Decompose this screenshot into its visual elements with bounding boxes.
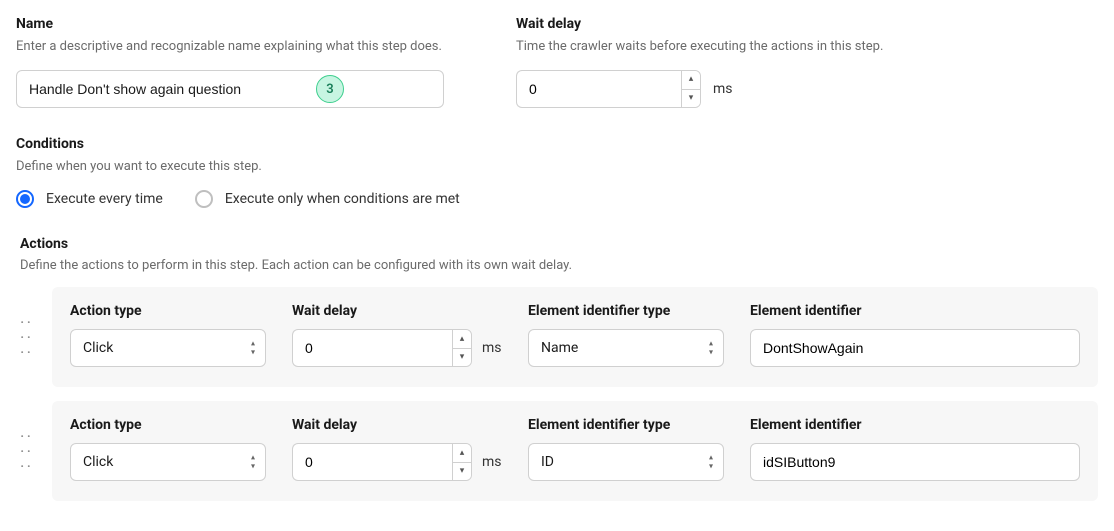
wait-delay-stepper[interactable]: ▴ ▾ — [516, 70, 701, 108]
wait-delay-increment[interactable]: ▴ — [682, 71, 700, 90]
action-wait-stepper[interactable]: ▴ ▾ — [292, 443, 472, 481]
select-chevrons-icon: ▴▾ — [709, 454, 713, 471]
chevron-down-icon: ▾ — [460, 467, 465, 476]
radio-execute-when-conditions-met[interactable]: Execute only when conditions are met — [195, 190, 460, 208]
drag-handle-icon[interactable] — [20, 315, 34, 359]
id-type-select[interactable]: Name ▴▾ — [528, 329, 724, 367]
action-type-select[interactable]: Click ▴▾ — [70, 443, 266, 481]
radio-label: Execute every time — [46, 191, 163, 207]
action-wait-label: Wait delay — [292, 417, 502, 433]
action-type-label: Action type — [70, 417, 266, 433]
select-chevrons-icon: ▴▾ — [251, 340, 255, 357]
wait-delay-decrement[interactable]: ▾ — [682, 90, 700, 108]
drag-handle-icon[interactable] — [20, 429, 34, 473]
conditions-help: Define when you want to execute this ste… — [16, 158, 1098, 176]
element-id-input[interactable] — [750, 443, 1080, 481]
id-type-value: Name — [541, 340, 578, 356]
chevron-up-icon: ▴ — [460, 335, 465, 344]
chevron-up-icon: ▴ — [689, 75, 694, 84]
id-type-label: Element identifier type — [528, 303, 724, 319]
action-type-label: Action type — [70, 303, 266, 319]
action-wait-decrement[interactable]: ▾ — [453, 349, 471, 367]
wait-delay-unit: ms — [713, 81, 733, 97]
radio-unselected-icon — [195, 190, 213, 208]
element-id-label: Element identifier — [750, 417, 1080, 433]
action-wait-label: Wait delay — [292, 303, 502, 319]
element-id-label: Element identifier — [750, 303, 1080, 319]
action-type-select[interactable]: Click ▴▾ — [70, 329, 266, 367]
wait-delay-label: Wait delay — [516, 16, 1016, 32]
select-chevrons-icon: ▴▾ — [709, 340, 713, 357]
radio-selected-icon — [16, 190, 34, 208]
wait-delay-help: Time the crawler waits before executing … — [516, 38, 1016, 56]
select-chevrons-icon: ▴▾ — [251, 454, 255, 471]
actions-label: Actions — [20, 236, 1098, 252]
action-type-value: Click — [83, 340, 113, 356]
element-id-input[interactable] — [750, 329, 1080, 367]
action-wait-stepper[interactable]: ▴ ▾ — [292, 329, 472, 367]
action-row: Action type Click ▴▾ Wait delay ▴ ▾ — [52, 401, 1098, 501]
id-type-value: ID — [541, 454, 554, 470]
action-wait-unit: ms — [482, 454, 502, 470]
actions-help: Define the actions to perform in this st… — [20, 258, 1098, 273]
action-wait-increment[interactable]: ▴ — [453, 330, 471, 349]
radio-execute-every-time[interactable]: Execute every time — [16, 190, 163, 208]
id-type-label: Element identifier type — [528, 417, 724, 433]
conditions-label: Conditions — [16, 136, 1098, 152]
action-wait-input[interactable] — [292, 329, 452, 367]
radio-label: Execute only when conditions are met — [225, 191, 460, 207]
chevron-down-icon: ▾ — [689, 94, 694, 103]
name-input[interactable] — [16, 70, 444, 108]
action-wait-unit: ms — [482, 340, 502, 356]
id-type-select[interactable]: ID ▴▾ — [528, 443, 724, 481]
name-help: Enter a descriptive and recognizable nam… — [16, 38, 476, 56]
action-wait-input[interactable] — [292, 443, 452, 481]
chevron-down-icon: ▾ — [460, 353, 465, 362]
action-row: Action type Click ▴▾ Wait delay ▴ ▾ — [52, 287, 1098, 387]
action-wait-increment[interactable]: ▴ — [453, 444, 471, 463]
name-label: Name — [16, 16, 476, 32]
action-wait-decrement[interactable]: ▾ — [453, 463, 471, 481]
chevron-up-icon: ▴ — [460, 449, 465, 458]
wait-delay-input[interactable] — [516, 70, 681, 108]
action-type-value: Click — [83, 454, 113, 470]
